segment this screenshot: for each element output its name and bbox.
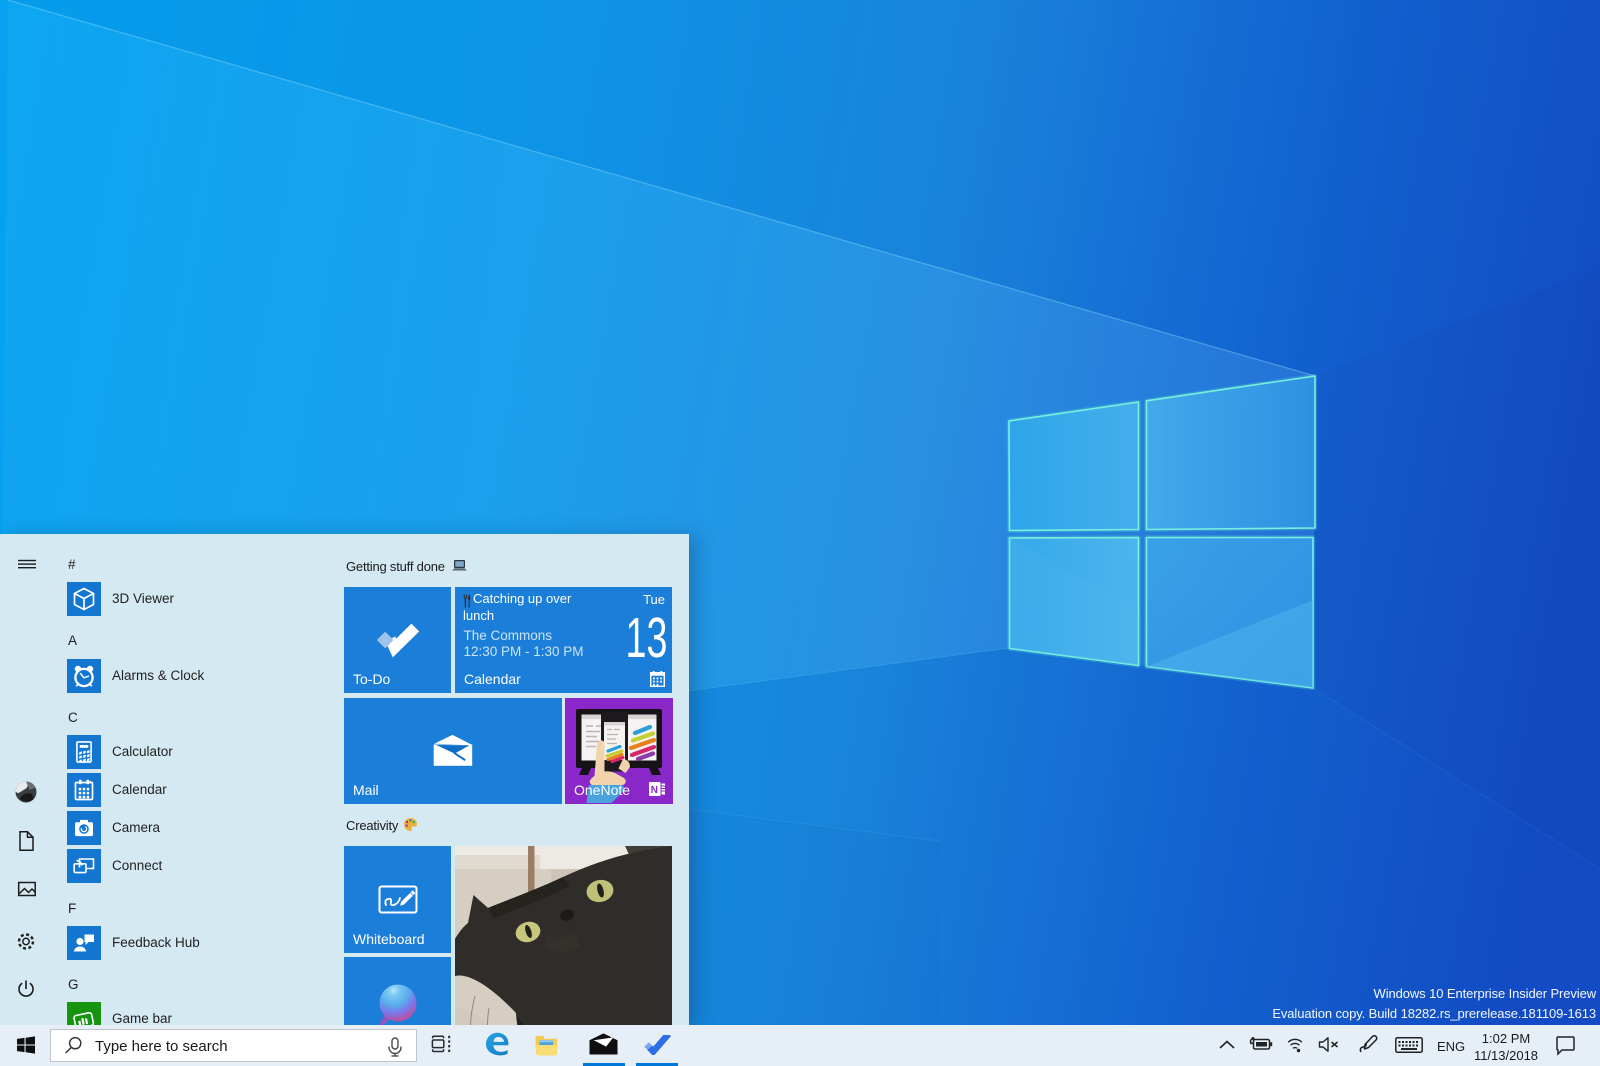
svg-text:N: N (651, 785, 658, 796)
